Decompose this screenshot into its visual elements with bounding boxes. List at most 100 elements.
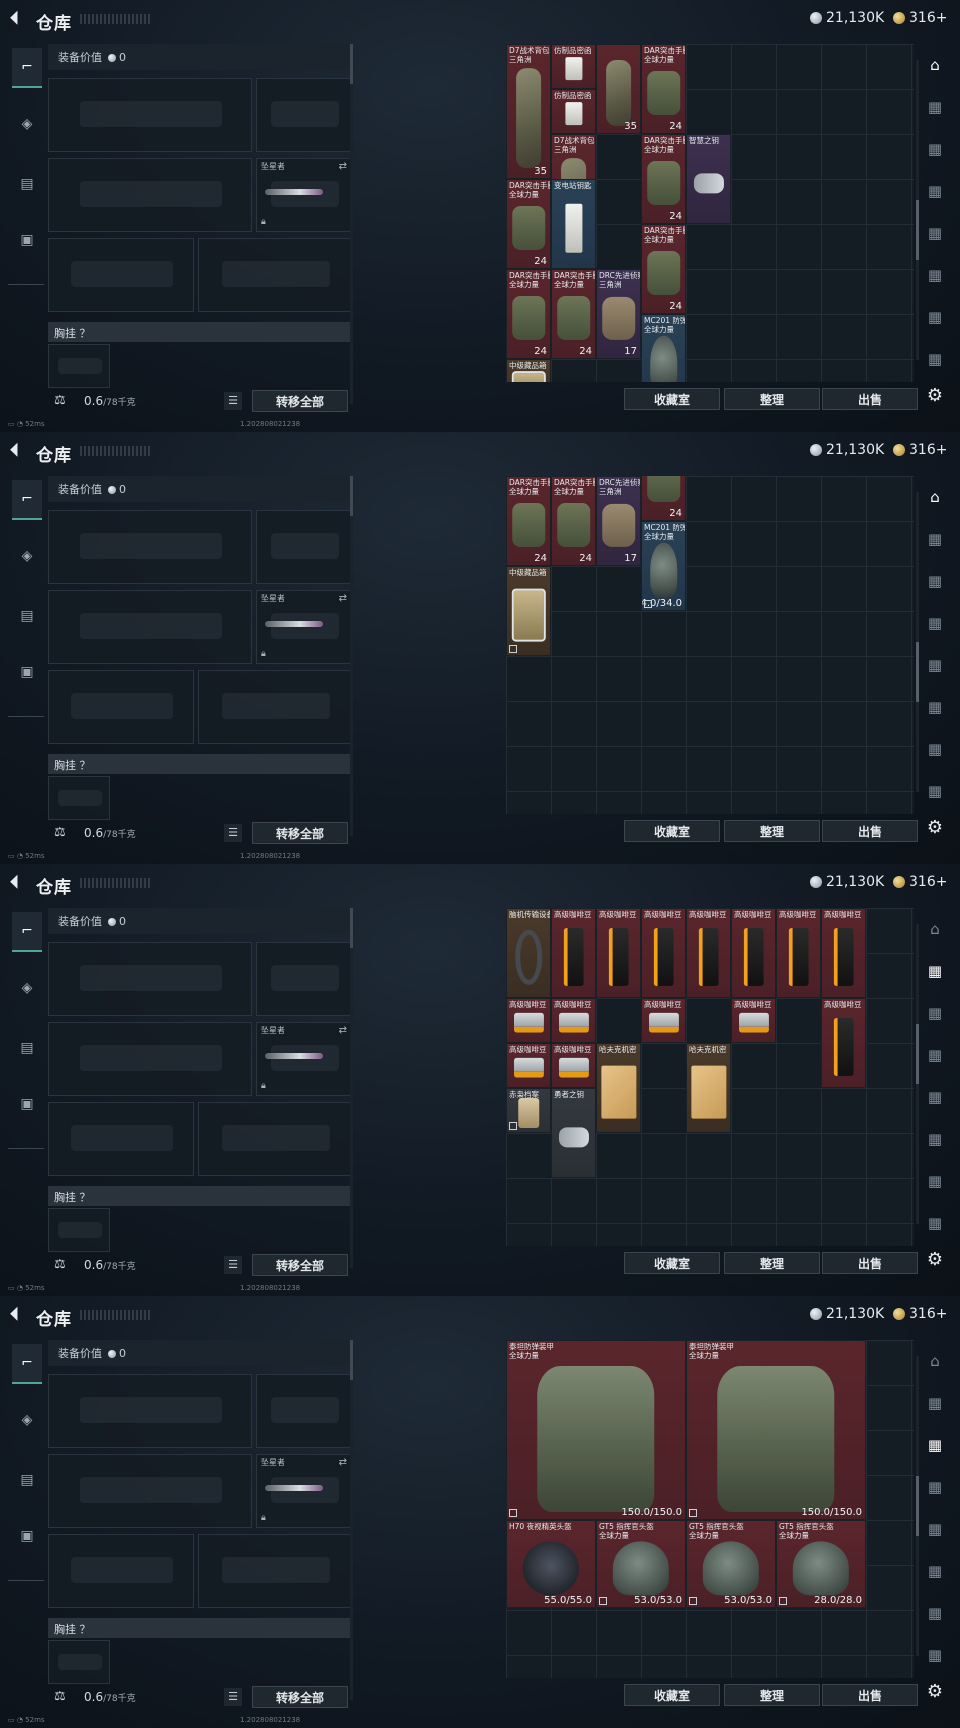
stash-tab-icon[interactable]: ▦: [920, 1166, 950, 1196]
secondary-weapon-slot[interactable]: [48, 1454, 252, 1528]
gun-icon[interactable]: ⌐: [12, 912, 42, 952]
pistol-slot[interactable]: [256, 78, 352, 152]
stash-scrollbar[interactable]: [916, 1356, 919, 1656]
stash-item[interactable]: 高级咖啡豆: [731, 908, 776, 998]
stash-item[interactable]: DAR突击手胸挂 全球力量 24: [641, 224, 686, 314]
stash-item[interactable]: 仿制品密函: [551, 44, 596, 89]
stash-item[interactable]: 中级藏品箱: [506, 359, 551, 382]
stash-item[interactable]: 泰坦防弹装甲 全球力量 150.0/150.0: [506, 1340, 686, 1520]
stash-item[interactable]: 24: [641, 476, 686, 521]
stash-item[interactable]: DRC先进侦察胸挂 三角洲 17: [596, 269, 641, 359]
stash-item[interactable]: 勇者之钥: [551, 1088, 596, 1178]
armor-slot[interactable]: [198, 238, 352, 312]
stash-item[interactable]: 高级咖啡豆: [551, 908, 596, 998]
loadout-scrollbar[interactable]: [350, 908, 353, 1268]
stash-item[interactable]: 高级咖啡豆: [506, 998, 551, 1043]
transfer-all-button[interactable]: 转移全部: [252, 1254, 348, 1276]
stash-item[interactable]: 哈夫克机密: [596, 1043, 641, 1133]
list-icon[interactable]: ☰: [224, 1688, 242, 1706]
stash-tab-icon[interactable]: ▦: [920, 1472, 950, 1502]
stash-tab-icon[interactable]: ▦: [920, 344, 950, 374]
stash-item[interactable]: D7战术背包 三角洲 35: [506, 44, 551, 179]
sort-button[interactable]: 整理: [724, 388, 820, 410]
stash-item[interactable]: 仿制品密函: [551, 89, 596, 134]
transfer-all-button[interactable]: 转移全部: [252, 390, 348, 412]
stash-scrollbar[interactable]: [916, 492, 919, 792]
silver-currency[interactable]: 21,130K: [810, 442, 884, 458]
primary-weapon-slot[interactable]: [48, 510, 252, 584]
list-icon[interactable]: ☰: [224, 392, 242, 410]
stash-tab-icon[interactable]: ▦: [920, 302, 950, 332]
briefcase-icon[interactable]: ▣: [12, 220, 42, 260]
gold-currency[interactable]: 316+: [893, 874, 947, 890]
stash-item[interactable]: 高级咖啡豆: [731, 998, 776, 1043]
armor-slot[interactable]: [198, 1534, 352, 1608]
sort-button[interactable]: 整理: [724, 820, 820, 842]
stash-item[interactable]: MC201 防弹头盔 全球力量: [641, 314, 686, 382]
collection-room-button[interactable]: 收藏室: [624, 388, 720, 410]
chest-rig-slot[interactable]: [48, 1640, 110, 1684]
melee-slot[interactable]: 坠星者 ⇄ 🔒︎: [256, 158, 352, 232]
stash-scrollbar[interactable]: [916, 60, 919, 360]
stash-home-icon[interactable]: ⌂: [920, 482, 950, 512]
transfer-all-button[interactable]: 转移全部: [252, 1686, 348, 1708]
stash-tab-icon[interactable]: ▦: [920, 218, 950, 248]
stash-home-icon[interactable]: ⌂: [920, 1346, 950, 1376]
gun-icon[interactable]: ⌐: [12, 48, 42, 88]
stash-item[interactable]: 高级咖啡豆: [776, 908, 821, 998]
stash-item[interactable]: DAR突击手胸挂 全球力量 24: [506, 179, 551, 269]
scroll-thumb[interactable]: [350, 476, 353, 516]
stash-tab-icon[interactable]: ▦: [920, 1556, 950, 1586]
gun-icon[interactable]: ⌐: [12, 1344, 42, 1384]
stash-item[interactable]: GT5 指挥官头盔 全球力量 28.0/28.0: [776, 1520, 866, 1608]
stash-item[interactable]: DAR突击手胸挂 全球力量 24: [641, 44, 686, 134]
scroll-thumb[interactable]: [350, 44, 353, 84]
stash-home-icon[interactable]: ⌂: [920, 50, 950, 80]
stash-tab-icon[interactable]: ▦: [920, 176, 950, 206]
helmet-slot[interactable]: [48, 238, 194, 312]
armor-icon[interactable]: ◈: [12, 536, 42, 576]
scroll-thumb[interactable]: [916, 642, 919, 702]
primary-weapon-slot[interactable]: [48, 78, 252, 152]
briefcase-icon[interactable]: ▣: [12, 1084, 42, 1124]
secondary-weapon-slot[interactable]: [48, 158, 252, 232]
helmet-slot[interactable]: [48, 670, 194, 744]
stash-tab-icon[interactable]: ▦: [920, 776, 950, 806]
melee-slot[interactable]: 坠星者 ⇄ 🔒︎: [256, 590, 352, 664]
stash-tab-icon[interactable]: ▦: [920, 608, 950, 638]
collection-room-button[interactable]: 收藏室: [624, 1252, 720, 1274]
stash-item[interactable]: 高级咖啡豆: [551, 998, 596, 1043]
gold-currency[interactable]: 316+: [893, 1306, 947, 1322]
back-arrow-icon[interactable]: ⏴: [10, 9, 26, 29]
scroll-thumb[interactable]: [350, 1340, 353, 1380]
sort-button[interactable]: 整理: [724, 1252, 820, 1274]
chest-rig-slot[interactable]: [48, 344, 110, 388]
chest-rig-slot[interactable]: [48, 776, 110, 820]
collection-room-button[interactable]: 收藏室: [624, 820, 720, 842]
helmet-slot[interactable]: [48, 1534, 194, 1608]
stash-item[interactable]: 中级藏品箱: [506, 566, 551, 656]
pistol-slot[interactable]: [256, 510, 352, 584]
transfer-all-button[interactable]: 转移全部: [252, 822, 348, 844]
armor-icon[interactable]: ◈: [12, 1400, 42, 1440]
stash-tab-icon[interactable]: ▦: [920, 1208, 950, 1238]
stash-tab-icon[interactable]: ▦: [920, 134, 950, 164]
stash-item[interactable]: 智慧之钥: [686, 134, 731, 224]
stash-tab-icon[interactable]: ▦: [920, 92, 950, 122]
settings-gear-icon[interactable]: ⚙: [920, 812, 950, 842]
stash-item[interactable]: 高级咖啡豆: [596, 908, 641, 998]
stash-tab-icon[interactable]: ▦: [920, 260, 950, 290]
back-arrow-icon[interactable]: ⏴: [10, 873, 26, 893]
collection-room-button[interactable]: 收藏室: [624, 1684, 720, 1706]
melee-slot[interactable]: 坠星者 ⇄ 🔒︎: [256, 1454, 352, 1528]
loadout-scrollbar[interactable]: [350, 1340, 353, 1700]
stash-tab-icon[interactable]: ▦: [920, 566, 950, 596]
stash-tab-icon[interactable]: ▦: [920, 1082, 950, 1112]
silver-currency[interactable]: 21,130K: [810, 874, 884, 890]
stash-item[interactable]: 高级咖啡豆: [641, 908, 686, 998]
melee-slot[interactable]: 坠星者 ⇄ 🔒︎: [256, 1022, 352, 1096]
stash-item[interactable]: 35: [596, 44, 641, 134]
stash-scrollbar[interactable]: [916, 924, 919, 1224]
pistol-slot[interactable]: [256, 942, 352, 1016]
silver-currency[interactable]: 21,130K: [810, 10, 884, 26]
